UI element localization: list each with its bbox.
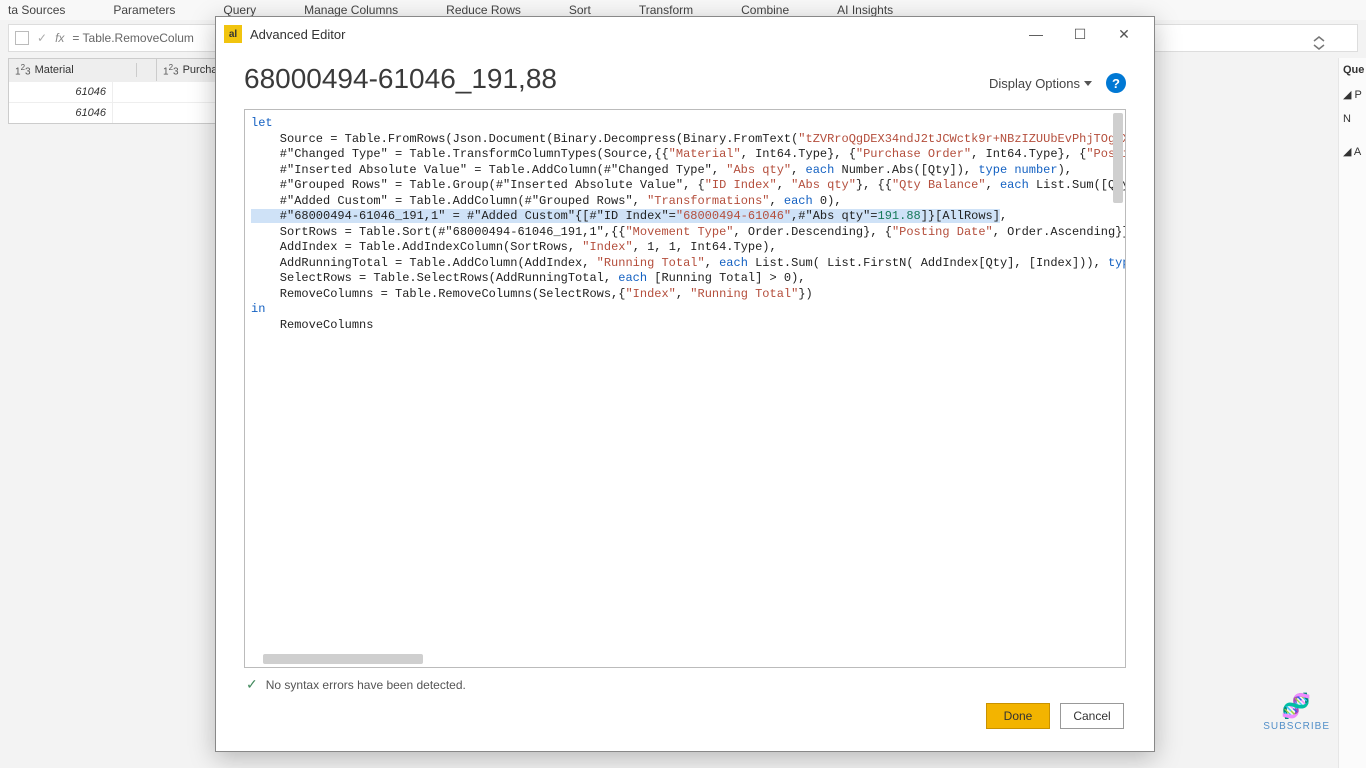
status-text: No syntax errors have been detected. xyxy=(266,678,466,692)
minimize-button[interactable]: — xyxy=(1014,19,1058,49)
datatype-icon: 123 xyxy=(15,63,31,77)
watermark-text: SUBSCRIBE xyxy=(1263,721,1330,732)
panel-row: N xyxy=(1343,113,1362,125)
data-table: 123 Material 123 Purcha 61046 61046 xyxy=(8,58,218,124)
panel-row: ◢ A xyxy=(1343,145,1362,158)
cell xyxy=(113,82,217,102)
cell: 61046 xyxy=(9,82,113,102)
code-editor[interactable]: let Source = Table.FromRows(Json.Documen… xyxy=(244,109,1126,668)
app-icon: al xyxy=(224,25,242,43)
ribbon-item[interactable]: Combine xyxy=(741,3,789,17)
right-panel: Que ◢ P N ◢ A xyxy=(1338,58,1366,768)
query-name-heading: 68000494-61046_191,88 xyxy=(244,63,557,95)
ribbon-item[interactable]: AI Insights xyxy=(837,3,893,17)
column-header[interactable]: 123 Material xyxy=(9,59,157,81)
status-bar: ✓ No syntax errors have been detected. xyxy=(244,668,1126,699)
scrollbar-vertical[interactable] xyxy=(1113,113,1123,203)
done-button[interactable]: Done xyxy=(986,703,1050,729)
subscribe-watermark: 🧬 SUBSCRIBE xyxy=(1263,692,1330,732)
check-icon: ✓ xyxy=(246,676,258,693)
cell xyxy=(113,103,217,123)
cancel-button[interactable]: Cancel xyxy=(1060,703,1124,729)
formula-dropdown[interactable] xyxy=(15,31,29,45)
ribbon-item[interactable]: Parameters xyxy=(113,3,175,17)
table-row[interactable]: 61046 xyxy=(9,102,217,123)
column-label: Material xyxy=(35,64,74,76)
ribbon-item[interactable]: Transform xyxy=(639,3,693,17)
display-options-dropdown[interactable]: Display Options xyxy=(989,76,1092,91)
cell: 61046 xyxy=(9,103,113,123)
expand-formula-icon[interactable] xyxy=(1312,36,1326,53)
ribbon-item[interactable]: Sort xyxy=(569,3,591,17)
table-row[interactable]: 61046 xyxy=(9,81,217,102)
window-title: Advanced Editor xyxy=(250,27,345,42)
titlebar: al Advanced Editor — ☐ ✕ xyxy=(216,17,1154,51)
ribbon-item[interactable]: ta Sources xyxy=(8,3,65,17)
dna-icon: 🧬 xyxy=(1281,692,1312,721)
advanced-editor-dialog: al Advanced Editor — ☐ ✕ 68000494-61046_… xyxy=(215,16,1155,752)
scrollbar-horizontal[interactable] xyxy=(263,654,423,664)
maximize-button[interactable]: ☐ xyxy=(1058,19,1102,49)
column-label: Purcha xyxy=(183,64,218,76)
help-icon[interactable]: ? xyxy=(1106,73,1126,93)
check-icon[interactable]: ✓ xyxy=(37,31,47,45)
close-button[interactable]: ✕ xyxy=(1102,19,1146,49)
fx-icon[interactable]: fx xyxy=(55,31,64,45)
chevron-down-icon xyxy=(1084,81,1092,86)
panel-row: ◢ P xyxy=(1343,88,1362,101)
column-header[interactable]: 123 Purcha xyxy=(157,59,217,81)
ribbon-item[interactable]: Reduce Rows xyxy=(446,3,521,17)
column-filter-icon[interactable] xyxy=(136,63,150,77)
ribbon-item[interactable]: Manage Columns xyxy=(304,3,398,17)
datatype-icon: 123 xyxy=(163,63,179,77)
ribbon-item[interactable]: Query xyxy=(223,3,256,17)
panel-header[interactable]: Que xyxy=(1343,64,1362,76)
